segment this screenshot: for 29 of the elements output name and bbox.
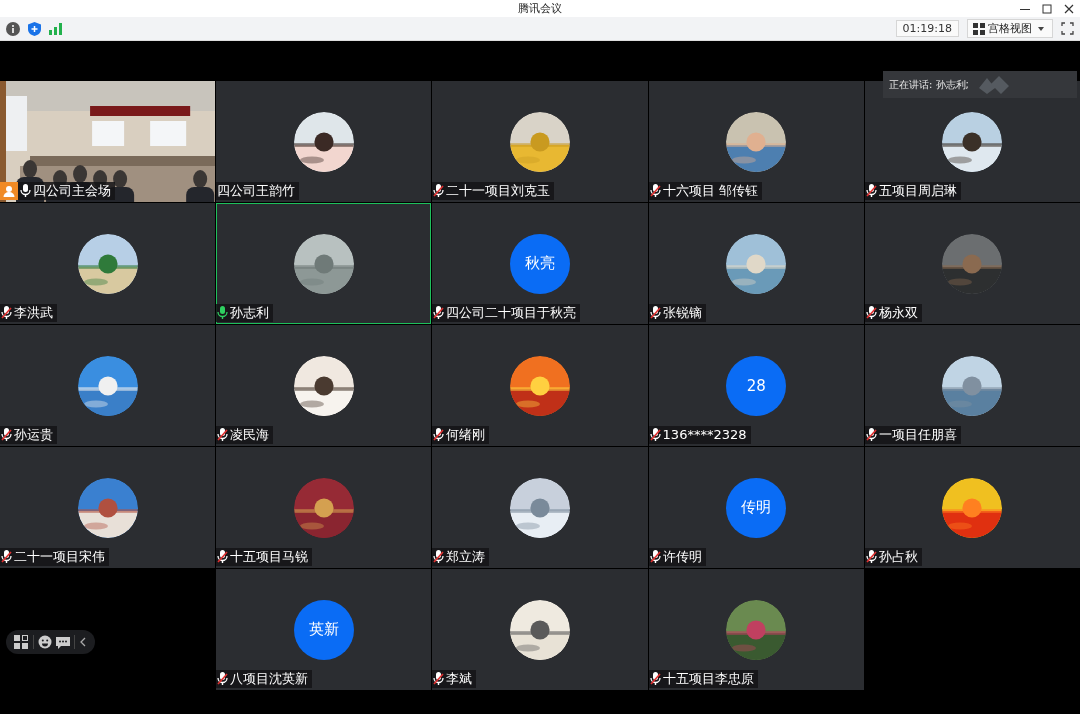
participant-name: 孙占秋 — [878, 549, 918, 565]
participant-name: 李斌 — [446, 671, 473, 687]
participant-name: 张锐镝 — [662, 305, 702, 321]
participant-name: 李洪武 — [14, 305, 53, 321]
participant-name: 孙运贵 — [14, 427, 53, 443]
participant-name: 二十一项目刘克玉 — [446, 183, 551, 199]
participant-name: 杨永双 — [878, 305, 918, 321]
initials-avatar: 28 — [726, 355, 787, 416]
participant-name: 四公司主会场 — [33, 183, 111, 199]
participant-name: 郑立涛 — [446, 549, 486, 565]
participant-name: 八项目沈英新 — [230, 671, 309, 687]
participant-name: 十五项目马锐 — [230, 549, 309, 565]
participant-name: 四公司王韵竹 — [217, 183, 296, 199]
participant-name: 136****2328 — [662, 427, 747, 443]
initials-avatar: 传明 — [726, 477, 787, 538]
participant-name: 二十一项目宋伟 — [14, 549, 105, 565]
participant-name: 何绪刚 — [446, 427, 486, 443]
participant-name: 孙志利 — [230, 305, 270, 321]
participant-name: 五项目周启琳 — [878, 183, 957, 199]
participant-name: 许传明 — [662, 549, 702, 565]
window-title: 腾讯会议 — [518, 1, 562, 16]
initials-avatar: 秋亮 — [510, 233, 570, 294]
initials-avatar: 英新 — [293, 599, 354, 660]
participant-name: 十六项目 邹传钰 — [662, 183, 758, 199]
participant-name: 凌民海 — [230, 427, 270, 443]
participant-name: 十五项目李忠原 — [662, 671, 754, 687]
participant-name: 四公司二十项目于秋亮 — [446, 305, 577, 321]
meeting-timer: 01:19:18 — [895, 20, 959, 37]
participant-name: 一项目任朋喜 — [878, 427, 957, 443]
